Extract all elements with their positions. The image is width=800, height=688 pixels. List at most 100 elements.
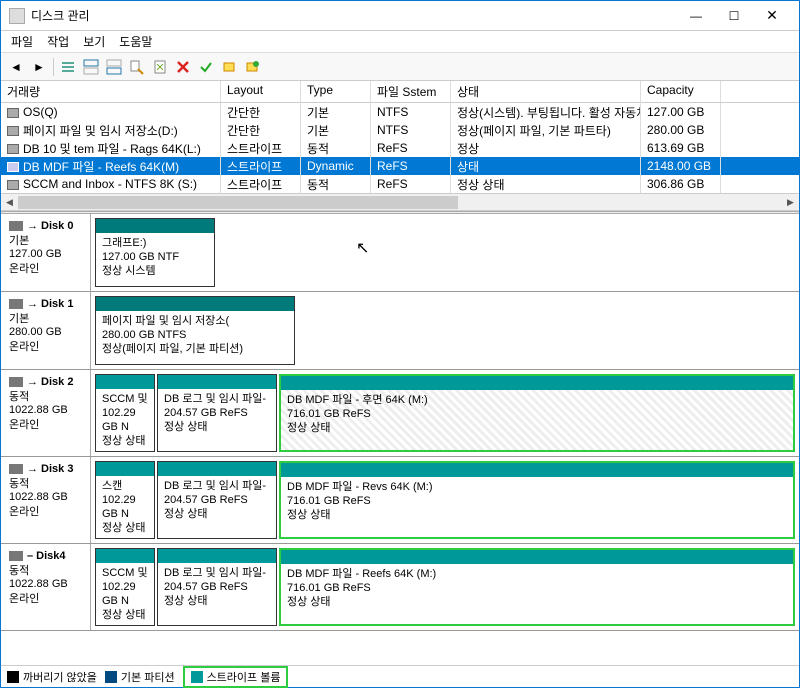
volume-body: DB MDF 파일 - Reefs 64K (M:)716.01 GB ReFS… xyxy=(281,564,793,624)
volume-size: 127.00 GB NTF xyxy=(102,250,208,264)
volume-header-bar xyxy=(281,376,793,390)
separator xyxy=(53,58,54,76)
volume-block[interactable]: DB MDF 파일 - Revs 64K (M:)716.01 GB ReFS정… xyxy=(279,461,795,539)
refresh-icon[interactable] xyxy=(151,58,169,76)
volume-header-bar xyxy=(96,375,154,389)
disk-icon xyxy=(9,551,23,561)
details-icon[interactable] xyxy=(59,58,77,76)
volume-status: 정상 상태 xyxy=(287,508,787,522)
disk-icon xyxy=(9,377,23,387)
volume-block[interactable]: 페이지 파일 및 임시 저장소(280.00 GB NTFS정상(페이지 파일,… xyxy=(95,296,295,365)
th-volume[interactable]: 거래량 xyxy=(1,81,221,102)
disk-status: 온라인 xyxy=(9,338,86,354)
volume-body: SCCM 및102.29 GB N정상 상태 xyxy=(96,563,154,625)
volume-header-bar xyxy=(96,462,154,476)
disk-row: → Disk 2동적1022.88 GB온라인SCCM 및102.29 GB N… xyxy=(1,370,799,457)
th-capacity[interactable]: Capacity xyxy=(641,81,721,102)
disk-name: → Disk 2 xyxy=(27,376,73,388)
volume-title: DB MDF 파일 - Reefs 64K (M:) xyxy=(287,567,787,581)
properties-icon[interactable] xyxy=(128,58,146,76)
list-bottom-icon[interactable] xyxy=(105,58,123,76)
th-fs[interactable]: 파일 Sstem xyxy=(371,81,451,102)
disk-name: → Disk 1 xyxy=(27,298,73,310)
volume-block[interactable]: DB 로그 및 임시 파일-204.57 GB ReFS정상 상태 xyxy=(157,461,277,539)
volume-table: 거래량 Layout Type 파일 Sstem 상태 Capacity OS(… xyxy=(1,81,799,211)
disk-row: → Disk 0기본127.00 GB온라인그래프E:)127.00 GB NT… xyxy=(1,214,799,292)
disk-name: → Disk 3 xyxy=(27,463,73,475)
volume-title: SCCM 및 xyxy=(102,566,148,580)
volume-status: 정상(페이지 파일, 기본 파티션) xyxy=(102,342,288,356)
volume-block[interactable]: 스캔102.29 GB N정상 상태 xyxy=(95,461,155,539)
disk-size: 127.00 GB xyxy=(9,248,86,260)
th-layout[interactable]: Layout xyxy=(221,81,301,102)
disk-status: 온라인 xyxy=(9,260,86,276)
volume-header-bar xyxy=(281,550,793,564)
th-status[interactable]: 상태 xyxy=(451,81,641,102)
back-button[interactable]: ◄ xyxy=(7,58,25,76)
volume-block[interactable]: DB MDF 파일 - 후면 64K (M:)716.01 GB ReFS정상 … xyxy=(279,374,795,452)
volume-icon xyxy=(7,144,19,154)
minimize-button[interactable]: — xyxy=(677,2,715,30)
table-row[interactable]: OS(Q)간단한기본NTFS정상(시스템). 부팅됩니다. 활성 자동차127.… xyxy=(1,103,799,121)
volume-status: 정상 상태 xyxy=(287,595,787,609)
disk-type: 동적 xyxy=(9,562,86,578)
volume-icon xyxy=(7,180,19,190)
close-button[interactable]: ✕ xyxy=(753,2,791,30)
scroll-left-arrow[interactable]: ◀ xyxy=(1,194,18,211)
volume-block[interactable]: DB MDF 파일 - Reefs 64K (M:)716.01 GB ReFS… xyxy=(279,548,795,626)
volume-status: 정상 상태 xyxy=(102,608,148,622)
table-row[interactable]: 페이지 파일 및 임시 저장소(D:)간단한기본NTFS정상(페이지 파일, 기… xyxy=(1,121,799,139)
disk-size: 1022.88 GB xyxy=(9,491,86,503)
volume-block[interactable]: SCCM 및102.29 GB N정상 상태 xyxy=(95,548,155,626)
action2-icon[interactable] xyxy=(243,58,261,76)
disk-meta: – Disk4동적1022.88 GB온라인 xyxy=(1,544,91,630)
disk-type: 기본 xyxy=(9,232,86,248)
volume-body: DB 로그 및 임시 파일-204.57 GB ReFS정상 상태 xyxy=(158,389,276,451)
volume-size: 102.29 GB N xyxy=(102,580,148,608)
disk-row: → Disk 1기본280.00 GB온라인페이지 파일 및 임시 저장소(28… xyxy=(1,292,799,370)
volume-status: 정상 상태 xyxy=(102,521,148,535)
disk-name: – Disk4 xyxy=(27,550,66,562)
legend-primary: 기본 파티션 xyxy=(105,669,175,685)
volume-block[interactable]: DB 로그 및 임시 파일-204.57 GB ReFS정상 상태 xyxy=(157,548,277,626)
delete-icon[interactable] xyxy=(174,58,192,76)
menu-file[interactable]: 파일 xyxy=(11,33,33,50)
volume-status: 정상 상태 xyxy=(102,434,148,448)
th-type[interactable]: Type xyxy=(301,81,371,102)
menubar: 파일 작업 보기 도움말 xyxy=(1,31,799,53)
horizontal-scrollbar[interactable]: ◀ ▶ xyxy=(1,193,799,210)
check-icon[interactable] xyxy=(197,58,215,76)
disk-icon xyxy=(9,464,23,474)
disk-status: 온라인 xyxy=(9,590,86,606)
scroll-thumb[interactable] xyxy=(18,196,458,209)
list-top-icon[interactable] xyxy=(82,58,100,76)
table-row[interactable]: DB 10 및 tem 파일 - Rags 64K(L:)스트라이프동적ReFS… xyxy=(1,139,799,157)
volume-title: DB MDF 파일 - Revs 64K (M:) xyxy=(287,480,787,494)
menu-help[interactable]: 도움말 xyxy=(119,33,152,50)
table-row[interactable]: DB MDF 파일 - Reefs 64K(M)스트라이프DynamicReFS… xyxy=(1,157,799,175)
menu-action[interactable]: 작업 xyxy=(47,33,69,50)
forward-button[interactable]: ► xyxy=(30,58,48,76)
volume-size: 102.29 GB N xyxy=(102,493,148,521)
table-row[interactable]: SCCM and Inbox - NTFS 8K (S:)스트라이프동적ReFS… xyxy=(1,175,799,193)
volume-title: 그래프E:) xyxy=(102,236,208,250)
volume-header-bar xyxy=(96,297,294,311)
disk-size: 1022.88 GB xyxy=(9,578,86,590)
app-icon xyxy=(9,8,25,24)
volume-block[interactable]: SCCM 및102.29 GB N정상 상태 xyxy=(95,374,155,452)
action1-icon[interactable] xyxy=(220,58,238,76)
legend-striped: 스트라이프 볼륨 xyxy=(183,666,289,688)
volume-size: 716.01 GB ReFS xyxy=(287,407,787,421)
volume-block[interactable]: DB 로그 및 임시 파일-204.57 GB ReFS정상 상태 xyxy=(157,374,277,452)
volume-size: 204.57 GB ReFS xyxy=(164,580,270,594)
volume-block[interactable]: 그래프E:)127.00 GB NTF정상 시스템 xyxy=(95,218,215,287)
disk-type: 기본 xyxy=(9,310,86,326)
disk-row: → Disk 3동적1022.88 GB온라인스캔102.29 GB N정상 상… xyxy=(1,457,799,544)
volume-title: 페이지 파일 및 임시 저장소( xyxy=(102,314,288,328)
menu-view[interactable]: 보기 xyxy=(83,33,105,50)
table-body: OS(Q)간단한기본NTFS정상(시스템). 부팅됩니다. 활성 자동차127.… xyxy=(1,103,799,193)
scroll-right-arrow[interactable]: ▶ xyxy=(782,194,799,211)
maximize-button[interactable]: ☐ xyxy=(715,2,753,30)
volume-icon xyxy=(7,162,19,172)
volume-status: 정상 상태 xyxy=(164,594,270,608)
